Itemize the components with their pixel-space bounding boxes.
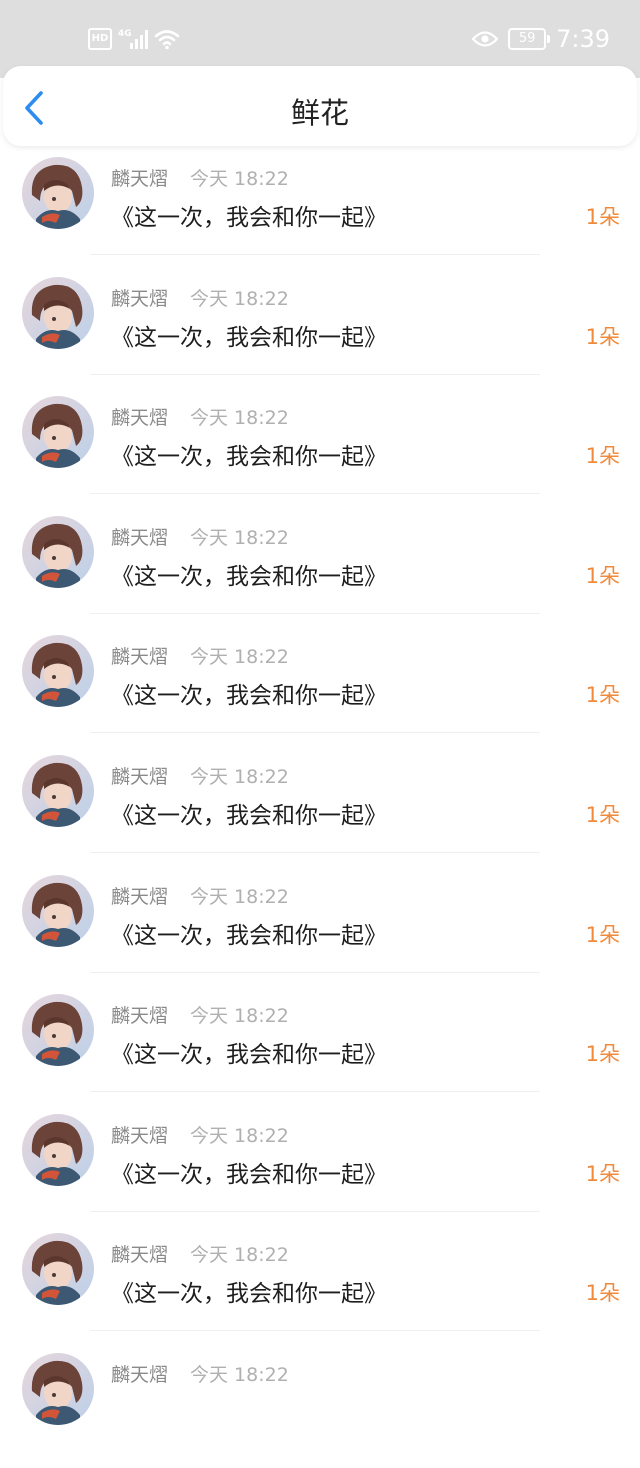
status-left-icons: HD 4G	[88, 26, 180, 52]
book-title[interactable]: 《这一次，我会和你一起》	[111, 676, 387, 710]
sender-name[interactable]: 麟天熠	[111, 882, 168, 909]
divider	[90, 732, 540, 734]
sender-name[interactable]: 麟天熠	[111, 164, 168, 191]
timestamp: 今天 18:22	[190, 1124, 289, 1147]
divider	[90, 851, 540, 853]
avatar[interactable]	[22, 396, 94, 469]
sender-name[interactable]: 麟天熠	[111, 762, 168, 789]
sender-name[interactable]: 麟天熠	[111, 1001, 168, 1028]
avatar[interactable]	[22, 874, 94, 947]
divider	[90, 254, 540, 255]
timestamp: 今天 18:22	[190, 1363, 289, 1386]
timestamp: 今天 18:22	[190, 168, 289, 190]
sender-name[interactable]: 麟天熠	[111, 523, 168, 550]
avatar[interactable]	[22, 994, 94, 1067]
sender-name[interactable]: 麟天熠	[111, 1240, 168, 1267]
timestamp: 今天 18:22	[190, 646, 289, 669]
avatar[interactable]	[22, 1113, 94, 1186]
divider	[90, 1091, 540, 1093]
avatar[interactable]	[22, 276, 94, 349]
flower-count: 1朵	[585, 1161, 620, 1186]
book-title[interactable]: 《这一次，我会和你一起》	[111, 198, 387, 232]
network-label: 4G	[118, 29, 132, 39]
divider	[90, 1330, 540, 1332]
sender-name[interactable]: 麟天熠	[111, 1360, 168, 1387]
flower-count: 1朵	[585, 205, 620, 229]
divider	[90, 493, 540, 495]
book-title[interactable]: 《这一次，我会和你一起》	[111, 1035, 387, 1069]
nav-bar: 鲜花	[3, 66, 637, 146]
flower-count: 1朵	[585, 802, 620, 827]
flower-list: 麟天熠 今天 18:22 《这一次，我会和你一起》 1朵 麟天熠 今天 18:22 《这一…	[0, 152, 640, 1468]
list-item[interactable]: 麟天熠 今天 18:22 《这一次，我会和你一起》 1朵	[0, 152, 640, 272]
divider	[90, 373, 540, 375]
avatar[interactable]	[22, 754, 94, 827]
divider	[90, 1210, 540, 1212]
book-title[interactable]: 《这一次，我会和你一起》	[111, 1274, 387, 1308]
flower-count: 1朵	[585, 1042, 620, 1067]
sender-name[interactable]: 麟天熠	[111, 403, 168, 430]
list-item[interactable]: 麟天熠 今天 18:22	[0, 1348, 640, 1468]
list-item[interactable]: 麟天熠 今天 18:22 《这一次，我会和你一起》 1朵	[0, 511, 640, 631]
flower-count: 1朵	[585, 324, 620, 349]
page-title: 鲜花	[290, 96, 349, 130]
timestamp: 今天 18:22	[190, 1244, 289, 1267]
hd-icon: HD	[88, 28, 112, 50]
book-title[interactable]: 《这一次，我会和你一起》	[111, 437, 387, 471]
sender-name[interactable]: 麟天熠	[111, 284, 168, 311]
avatar[interactable]	[22, 1352, 94, 1425]
flower-count: 1朵	[585, 683, 620, 708]
signal-icon: 4G	[118, 29, 148, 49]
book-title[interactable]: 《这一次，我会和你一起》	[111, 318, 387, 352]
list-item[interactable]: 麟天熠 今天 18:22 《这一次，我会和你一起》 1朵	[0, 1109, 640, 1229]
list-item[interactable]: 麟天熠 今天 18:22 《这一次，我会和你一起》 1朵	[0, 750, 640, 870]
battery-icon: 59	[508, 28, 551, 50]
list-item[interactable]: 麟天熠 今天 18:22 《这一次，我会和你一起》 1朵	[0, 630, 640, 750]
eye-icon	[472, 31, 499, 47]
divider	[90, 971, 540, 973]
sender-name[interactable]: 麟天熠	[111, 642, 168, 669]
timestamp: 今天 18:22	[190, 885, 289, 908]
list-item[interactable]: 麟天熠 今天 18:22 《这一次，我会和你一起》 1朵	[0, 870, 640, 990]
timestamp: 今天 18:22	[190, 1005, 289, 1028]
avatar[interactable]	[22, 635, 94, 708]
timestamp: 今天 18:22	[190, 765, 289, 788]
sender-name[interactable]: 麟天熠	[111, 1121, 168, 1148]
list-item[interactable]: 麟天熠 今天 18:22 《这一次，我会和你一起》 1朵	[0, 391, 640, 511]
divider	[90, 612, 540, 614]
timestamp: 今天 18:22	[190, 526, 289, 549]
book-title[interactable]: 《这一次，我会和你一起》	[111, 916, 387, 950]
status-time: 7:39	[556, 25, 610, 53]
avatar[interactable]	[22, 157, 94, 229]
status-right-icons: 59 7:39	[472, 22, 610, 56]
flower-count: 1朵	[585, 922, 620, 947]
list-item[interactable]: 麟天熠 今天 18:22 《这一次，我会和你一起》 1朵	[0, 1228, 640, 1348]
avatar[interactable]	[22, 1233, 94, 1306]
timestamp: 今天 18:22	[190, 407, 289, 430]
flower-count: 1朵	[585, 563, 620, 588]
avatar[interactable]	[22, 515, 94, 588]
book-title[interactable]: 《这一次，我会和你一起》	[111, 557, 387, 591]
timestamp: 今天 18:22	[190, 287, 289, 310]
flower-count: 1朵	[585, 444, 620, 469]
list-item[interactable]: 麟天熠 今天 18:22 《这一次，我会和你一起》 1朵	[0, 272, 640, 392]
flower-count: 1朵	[585, 1281, 620, 1306]
list-item[interactable]: 麟天熠 今天 18:22 《这一次，我会和你一起》 1朵	[0, 989, 640, 1109]
wifi-icon	[154, 30, 180, 50]
book-title[interactable]: 《这一次，我会和你一起》	[111, 796, 387, 830]
book-title[interactable]: 《这一次，我会和你一起》	[111, 1155, 387, 1189]
